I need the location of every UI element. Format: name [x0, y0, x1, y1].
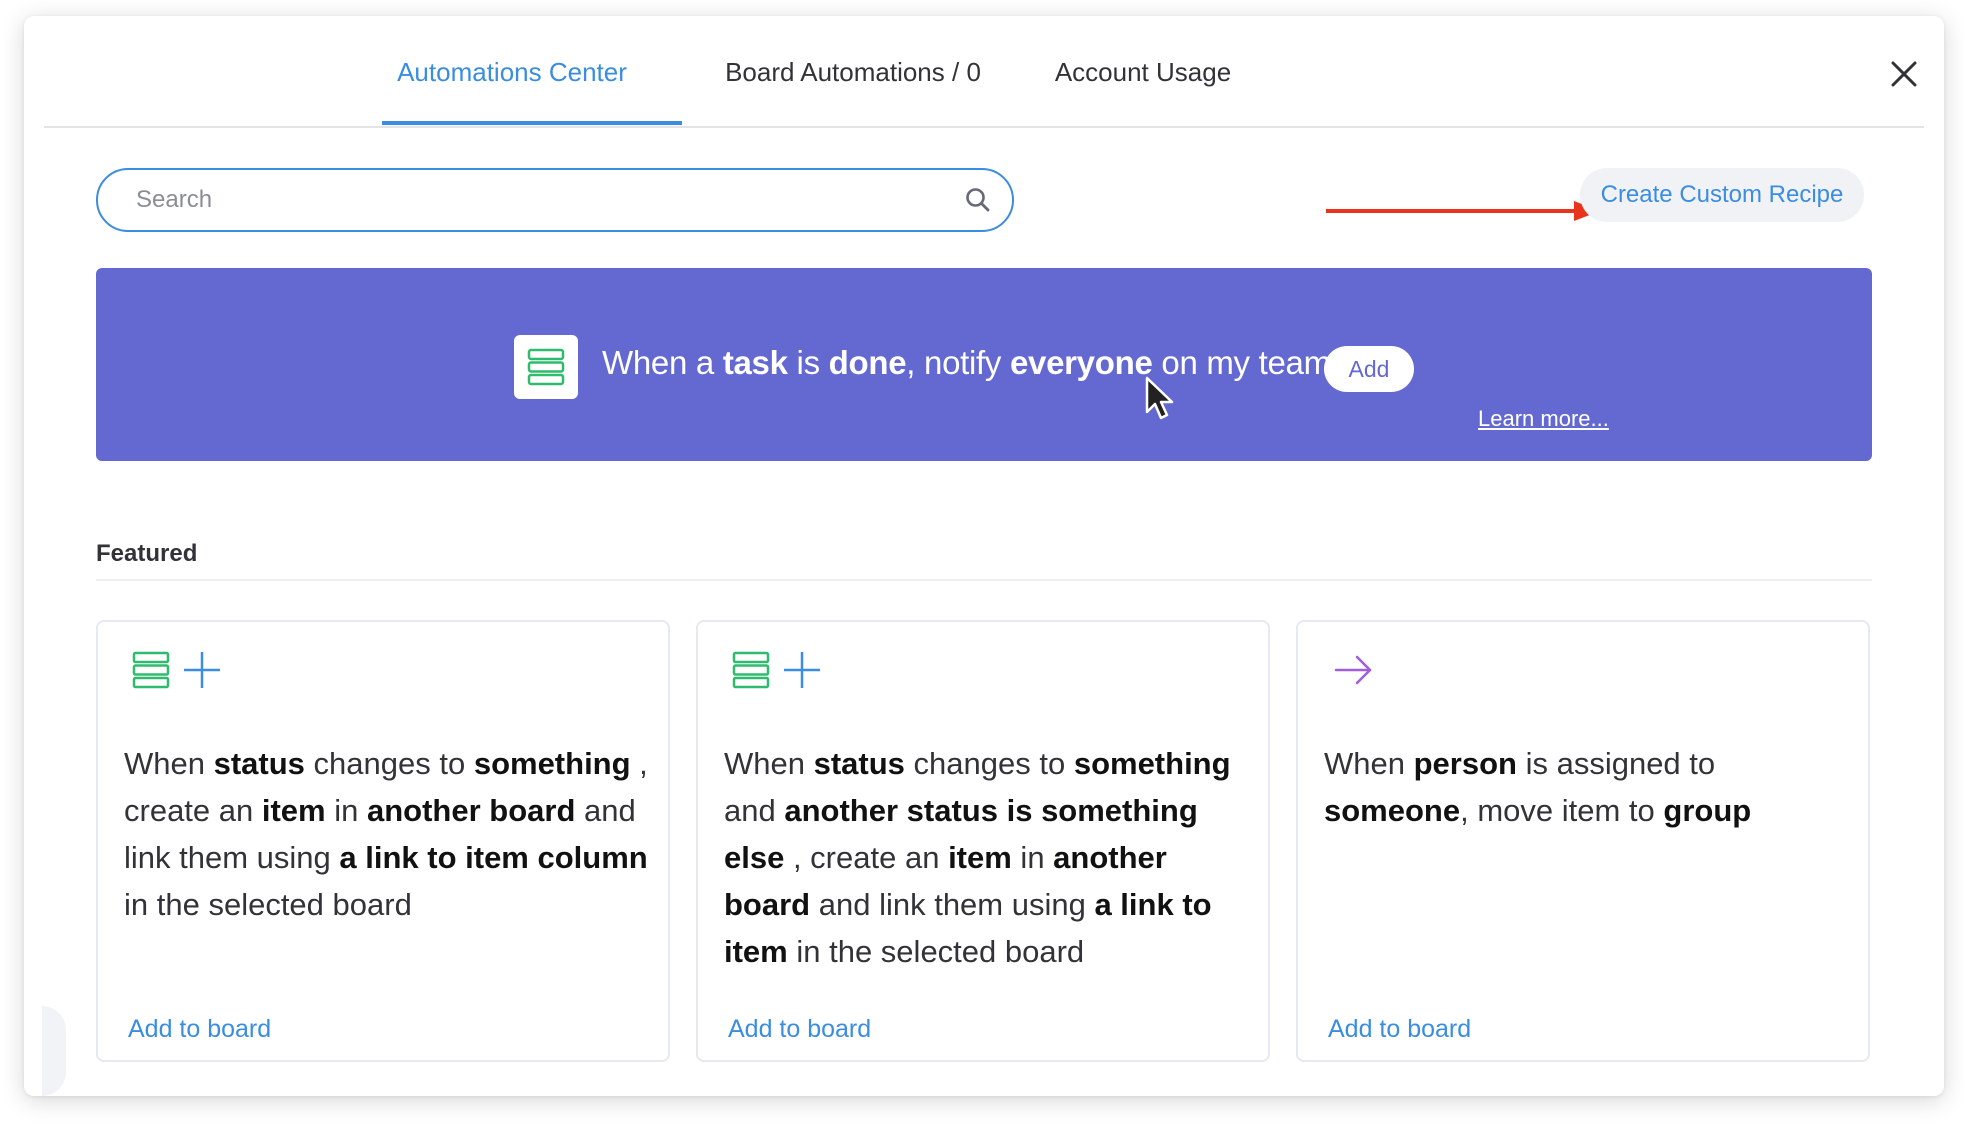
card-recipe-text: When status changes to something and ano… — [724, 740, 1254, 975]
card-recipe-text: When person is assigned to someone, move… — [1324, 740, 1854, 834]
banner-text-segment: , notify — [906, 344, 1002, 381]
recipe-field[interactable]: status — [214, 746, 305, 781]
search-icon[interactable] — [964, 186, 992, 214]
banner-text-segment: When a — [602, 344, 714, 381]
recipe-field[interactable]: something — [474, 746, 631, 781]
recipe-field[interactable]: item — [948, 840, 1012, 875]
card-icons — [132, 648, 222, 692]
tab-account-usage[interactable]: Account Usage — [1034, 16, 1252, 128]
recipe-card[interactable]: When status changes to something and ano… — [696, 620, 1270, 1062]
recipe-card[interactable]: When person is assigned to someone, move… — [1296, 620, 1870, 1062]
tab-bar: Automations Center Board Automations / 0… — [44, 16, 1924, 128]
recipe-field[interactable]: a link to item column — [339, 840, 647, 875]
board-icon — [732, 651, 770, 689]
banner-field-task: task — [722, 344, 788, 381]
board-icon — [527, 348, 565, 386]
plus-icon — [784, 652, 820, 688]
recipe-text-segment: , create an — [784, 840, 949, 875]
recipe-text-segment: in the selected board — [124, 887, 412, 922]
recipe-field[interactable]: something — [1074, 746, 1231, 781]
recipe-text-segment: and link them using — [810, 887, 1095, 922]
recipe-field[interactable]: another board — [367, 793, 575, 828]
recipe-text-segment: in — [325, 793, 367, 828]
recipe-text-segment: and — [724, 793, 785, 828]
recipe-text-segment: , move item to — [1460, 793, 1664, 828]
close-icon[interactable] — [1888, 58, 1920, 90]
add-to-board-link[interactable]: Add to board — [1328, 1015, 1471, 1044]
banner-field-everyone: everyone — [1009, 344, 1153, 381]
recipe-text-segment: is assigned to — [1516, 746, 1716, 781]
banner-text-segment: is — [796, 344, 821, 381]
recipe-field[interactable]: status — [814, 746, 905, 781]
recipe-text-segment: When — [1324, 746, 1414, 781]
learn-more-link[interactable]: Learn more... — [1478, 406, 1609, 432]
add-to-board-link[interactable]: Add to board — [728, 1015, 871, 1044]
banner-field-done: done — [828, 344, 907, 381]
tab-automations-center[interactable]: Automations Center — [362, 16, 662, 128]
recipe-card[interactable]: When status changes to something , creat… — [96, 620, 670, 1062]
add-to-board-link[interactable]: Add to board — [128, 1015, 271, 1044]
board-icon — [132, 651, 170, 689]
search-box — [96, 168, 1014, 232]
banner-text-segment: on my team — [1161, 344, 1331, 381]
card-icons — [732, 648, 822, 692]
recipe-field[interactable]: another status — [784, 793, 998, 828]
recipe-field[interactable]: group — [1663, 793, 1751, 828]
recipe-banner: When a task is done, notify everyone on … — [96, 268, 1872, 461]
recipe-text-segment: in the selected board — [787, 934, 1085, 969]
mouse-cursor-icon — [1145, 376, 1174, 420]
plus-icon — [184, 652, 220, 688]
banner-recipe-sentence: When a task is done, notify everyone on … — [602, 344, 1331, 392]
arrow-right-icon — [1334, 655, 1372, 685]
recipe-text-segment: changes to — [304, 746, 474, 781]
recipe-field[interactable]: is — [1007, 793, 1033, 828]
search-input[interactable] — [136, 186, 916, 214]
recipe-text-segment: When — [724, 746, 814, 781]
tab-board-automations[interactable]: Board Automations / 0 — [694, 16, 1012, 128]
automations-modal: Automations Center Board Automations / 0… — [24, 16, 1944, 1096]
recipe-field[interactable]: item — [262, 793, 326, 828]
card-recipe-text: When status changes to something , creat… — [124, 740, 654, 928]
recipe-field[interactable]: someone — [1324, 793, 1460, 828]
recipe-text-segment — [1032, 793, 1041, 828]
banner-add-button[interactable]: Add — [1324, 346, 1414, 392]
card-icons — [1332, 648, 1376, 692]
recipe-field[interactable]: person — [1414, 746, 1517, 781]
edge-scroll-handle — [42, 1006, 66, 1096]
recipe-text-segment — [998, 793, 1007, 828]
recipe-text-segment: changes to — [904, 746, 1074, 781]
recipe-text-segment: in — [1011, 840, 1054, 875]
banner-board-icon — [514, 335, 578, 399]
active-tab-indicator — [382, 121, 682, 125]
featured-heading: Featured — [96, 540, 198, 567]
annotation-arrow-icon — [1326, 201, 1600, 221]
create-custom-recipe-button[interactable]: Create Custom Recipe — [1580, 168, 1864, 222]
recipe-text-segment: When — [124, 746, 214, 781]
featured-divider — [96, 579, 1872, 581]
